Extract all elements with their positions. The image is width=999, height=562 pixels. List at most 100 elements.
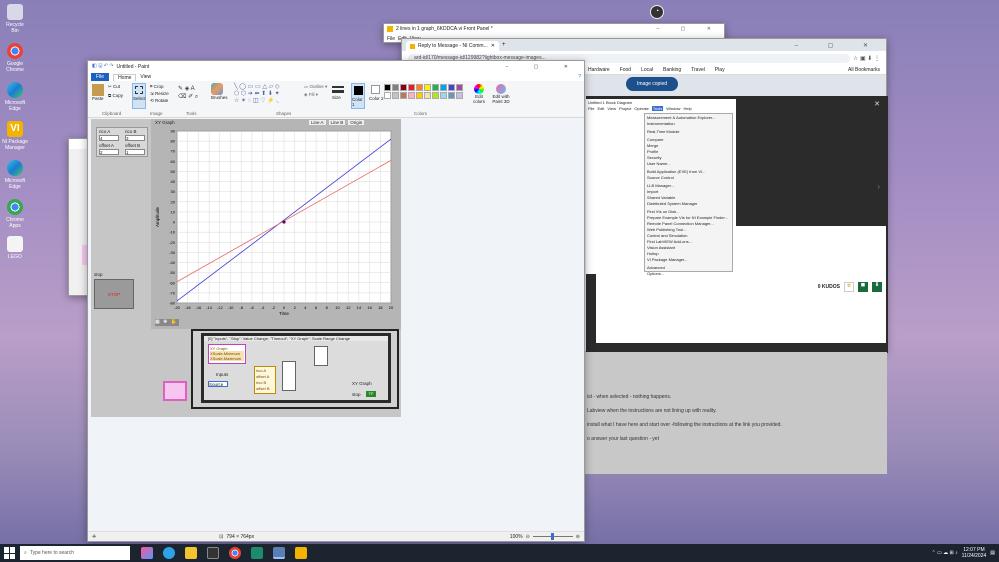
unbundle-node[interactable]: rico Aoffset Arico Boffset B [254, 366, 276, 394]
kudos-star-icon[interactable]: ☆ [844, 282, 854, 292]
crop-button[interactable]: ⌗ Crop [150, 84, 164, 89]
size-button[interactable]: Size [332, 84, 344, 100]
download-icon[interactable]: ⬇ [872, 282, 882, 292]
zoom-in-button[interactable]: ⊕ [576, 534, 580, 540]
offset-b-input[interactable]: 1 [125, 149, 145, 155]
tab-view[interactable]: View [140, 74, 151, 80]
all-bookmarks[interactable]: All Bookmarks [848, 67, 880, 73]
desktop-icon-edge-2[interactable]: Microsoft Edge [2, 160, 28, 190]
desktop-icon-edge[interactable]: Microsoft Edge [2, 82, 28, 112]
select-button[interactable]: Select [132, 83, 146, 109]
desktop-icon-file[interactable]: LEGO [2, 236, 28, 260]
browser-toolbar-icons[interactable]: ☆ ▣ ⬇ ⋮ [853, 55, 880, 62]
brushes-button[interactable]: Brushes [211, 83, 228, 100]
edge-icon[interactable] [163, 547, 175, 559]
resize-button[interactable]: ⇲ Resize [150, 91, 169, 97]
palette-swatch[interactable] [456, 84, 463, 91]
edit-colors-button[interactable]: Edit colors [471, 84, 487, 104]
palette-swatch[interactable] [416, 92, 423, 99]
palette-swatch[interactable] [424, 92, 431, 99]
fill-dropdown[interactable]: ◈ Fill ▾ [304, 92, 318, 98]
event-case-selector[interactable]: [0] "Inputs", "Stop": Value Change; "Tim… [204, 336, 388, 341]
desktop-icon-chrome-apps[interactable]: Chrome Apps [2, 199, 28, 229]
palette-swatch[interactable] [392, 92, 399, 99]
store-icon[interactable] [207, 547, 219, 559]
cut-button[interactable]: ✂ Cut [108, 84, 120, 90]
zoom-slider[interactable] [532, 533, 573, 540]
paint-icon[interactable] [273, 547, 285, 559]
file-explorer-icon[interactable] [185, 547, 197, 559]
lightbox-next-icon[interactable]: › [877, 182, 880, 191]
lightbox-close-icon[interactable]: ✕ [874, 100, 880, 108]
palette-swatch[interactable] [432, 84, 439, 91]
copilot-icon[interactable] [141, 547, 153, 559]
graph-palette-tools[interactable]: ▦ ✥ ✋ [155, 319, 179, 326]
window-controls[interactable]: – ▢ ✕ [795, 42, 882, 49]
tab-close-icon[interactable]: ✕ [491, 43, 495, 49]
paste-button[interactable]: Paste [92, 84, 104, 101]
palette-swatch[interactable] [432, 92, 439, 99]
palette-swatch[interactable] [416, 84, 423, 91]
tab-file[interactable]: File [91, 73, 110, 81]
paint3d-button[interactable]: Edit with Paint 3D [490, 84, 512, 104]
copy-button[interactable]: ⧉ Copy [108, 93, 123, 98]
palette-swatch[interactable] [384, 92, 391, 99]
color-palette[interactable] [384, 84, 463, 99]
rico-b-input[interactable]: 3 [125, 135, 145, 141]
clock-date[interactable]: 11/24/2024 [962, 553, 987, 559]
new-tab-button[interactable]: + [502, 42, 506, 48]
reply-icon[interactable]: ◼ [858, 282, 868, 292]
palette-swatch[interactable] [456, 92, 463, 99]
tray-icons[interactable]: ⌃ ▭ ☁ ⊞ ♪ [931, 550, 957, 556]
tab-home[interactable]: Home [113, 73, 137, 81]
rotate-button[interactable]: ⟲ Rotate [150, 98, 168, 104]
bookmark-food[interactable]: Food [620, 67, 631, 73]
browser-tab[interactable]: Reply to Message - NI Comm... ✕ [406, 41, 499, 51]
xy-graph-plot[interactable]: -20 -18 -16 -14 -12 -10 -8 -6 -4 -2 0 2 4 6 8 10 12 14 16 1… [151, 127, 401, 323]
window-controls[interactable]: – ▢ ✕ [506, 64, 580, 70]
notifications-icon[interactable]: ▤ [990, 550, 995, 556]
outline-dropdown[interactable]: ▭ Outline ▾ [304, 84, 327, 90]
paint-window[interactable]: ◧ 🖫 ↶ ↷ Untitled - Paint – ▢ ✕ File Home… [87, 60, 585, 542]
bookmark-travel[interactable]: Travel [691, 67, 705, 73]
palette-swatch[interactable] [392, 84, 399, 91]
tools-palette[interactable]: ✎ ◈ A ⌫ ✐ ⌕ [178, 85, 198, 101]
bookmark-local[interactable]: Local [641, 67, 653, 73]
desktop-widget-icon[interactable]: ◔ [650, 5, 664, 19]
window-controls[interactable]: – ▢ ✕ [657, 26, 721, 32]
desktop-icon-ni-package[interactable]: VI NI Package Manager [2, 121, 28, 151]
palette-swatch[interactable] [408, 92, 415, 99]
help-icon[interactable]: ? [578, 74, 581, 80]
chrome-icon[interactable] [229, 547, 241, 559]
shapes-gallery[interactable]: ╲ ◯ ▭ ▭ △ ▱ ◇ ⬠ ⬡ ➔ ⬅ ⬆ ⬇ ✦ ☆ ✶ ◌ ◫ ♡ ⚡ ◟ [234, 84, 294, 105]
palette-swatch[interactable] [440, 92, 447, 99]
palette-swatch[interactable] [448, 92, 455, 99]
bookmark-play[interactable]: Play [715, 67, 725, 73]
palette-swatch[interactable] [400, 84, 407, 91]
color1-button[interactable]: Color 1 [351, 83, 365, 109]
start-button[interactable] [4, 547, 16, 559]
desktop-icon-recycle-bin[interactable]: Recycle Bin [2, 4, 28, 34]
tools-menu[interactable]: Measurement & Automation Explorer... Inst… [644, 113, 733, 276]
app-icon[interactable] [251, 547, 263, 559]
palette-swatch[interactable] [384, 84, 391, 91]
labview-taskbar-icon[interactable] [295, 547, 307, 559]
taskbar-search[interactable]: ⌕ Type here to search [20, 546, 130, 560]
desktop-icon-chrome[interactable]: Google Chrome [2, 43, 28, 73]
palette-swatch[interactable] [440, 84, 447, 91]
palette-swatch[interactable] [424, 84, 431, 91]
palette-swatch[interactable] [448, 84, 455, 91]
zoom-out-button[interactable]: ⊖ [526, 534, 530, 540]
palette-swatch[interactable] [400, 92, 407, 99]
menu-file[interactable]: File [387, 36, 395, 42]
palette-swatch[interactable] [408, 84, 415, 91]
color2-button[interactable]: Color 2 [369, 83, 384, 101]
subvi-node[interactable] [282, 361, 296, 391]
property-node[interactable]: XY Graph XScale.Minimum XScale.Maximum [208, 344, 246, 364]
offset-a-input[interactable]: 2 [99, 149, 119, 155]
graph-legend[interactable]: Line A Line B Origin [309, 120, 365, 125]
rico-a-input[interactable]: 4 [99, 135, 119, 141]
stop-button[interactable]: STOP [94, 279, 134, 309]
quick-access-icons[interactable]: ◧ 🖫 ↶ ↷ [92, 63, 114, 71]
bookmark-hardware[interactable]: Hardware [588, 67, 610, 73]
